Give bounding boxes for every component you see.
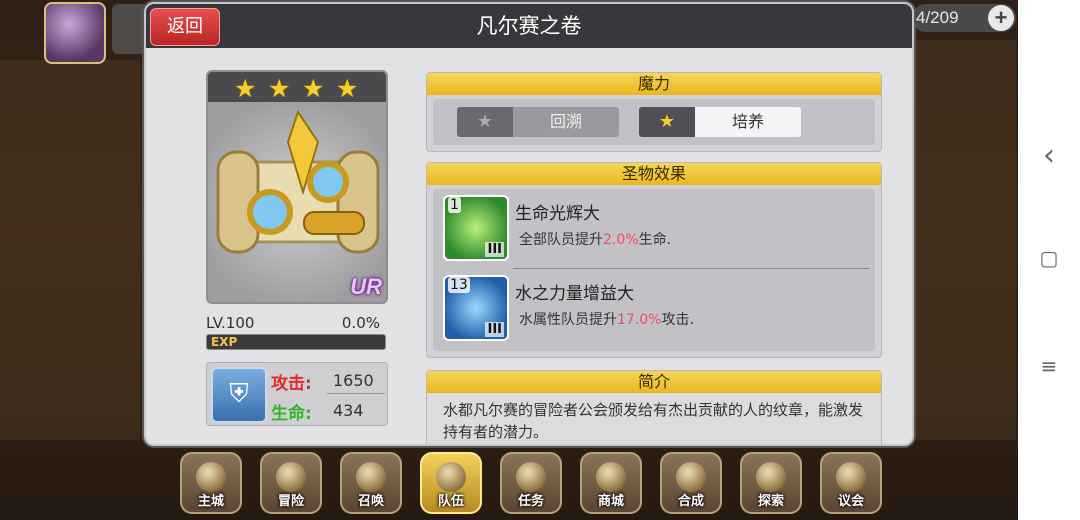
relic-detail-dialog: 凡尔赛之卷 返回 ★ ★ ★ ★ UR LV.100 0.0% EXP ⛨ 攻击… (144, 2, 914, 446)
rewind-label: 回溯 (513, 107, 619, 137)
team-icon (436, 462, 466, 492)
resource-counter: 4/209 + (912, 4, 1016, 32)
effect-description: 水属性队员提升17.0%攻击. (519, 312, 694, 328)
shop-icon (596, 462, 626, 492)
castle-icon (196, 462, 226, 492)
add-resource-button[interactable]: + (988, 5, 1014, 31)
menu-button[interactable]: 冒险 (260, 452, 322, 514)
hp-label: 生命: (271, 404, 312, 424)
menu-button[interactable]: 合成 (660, 452, 722, 514)
dialog-title: 凡尔赛之卷 (476, 14, 582, 38)
star-rating: ★ ★ ★ ★ (208, 72, 386, 103)
explore-icon (756, 462, 786, 492)
player-avatar[interactable] (44, 2, 106, 64)
attack-stat: 攻击: 1650 (271, 369, 383, 395)
exp-bar: EXP (206, 334, 386, 350)
intro-header: 简介 (427, 371, 881, 393)
effect-name: 生命光辉大 (515, 204, 600, 224)
intro-panel: 简介 水都凡尔赛的冒险者公会颁发给有杰出贡献的人的纹章，能激发持有者的潜力。 (426, 370, 882, 444)
divider (513, 268, 869, 269)
menu-button-label: 主城 (197, 494, 224, 509)
level-text: LV.100 (206, 314, 255, 332)
effect-number: 1 (448, 197, 461, 213)
cultivate-button[interactable]: ★ 培养 (639, 107, 801, 137)
effects-body: 1 III 生命光辉大 全部队员提升2.0%生命. 13 III 水之力量增益大… (433, 189, 875, 351)
exp-section: LV.100 0.0% EXP (206, 314, 386, 354)
effect-number: 13 (448, 277, 470, 293)
resource-counter-value: 4/209 (916, 8, 959, 27)
exp-percent: 0.0% (341, 314, 380, 332)
bookshelf-left (0, 60, 140, 440)
menu-button[interactable]: 召唤 (340, 452, 402, 514)
rarity-badge: UR (350, 274, 382, 299)
effects-header: 圣物效果 (427, 163, 881, 185)
menu-button[interactable]: 队伍 (420, 452, 482, 514)
magic-body: ★ 回溯 ★ 培养 (433, 99, 875, 145)
menu-button[interactable]: 主城 (180, 452, 242, 514)
attack-label: 攻击: (271, 374, 312, 394)
star-icon: ★ (234, 74, 257, 103)
council-icon (836, 462, 866, 492)
menu-button-label: 冒险 (277, 494, 304, 509)
magic-header: 魔力 (427, 73, 881, 95)
shield-wings-icon: ⛨ (211, 367, 267, 423)
quest-icon (516, 462, 546, 492)
menu-button[interactable]: 任务 (500, 452, 562, 514)
nav-home-icon[interactable]: ▢ (1018, 246, 1080, 270)
menu-button-label: 商城 (597, 494, 624, 509)
star-icon: ★ (336, 74, 359, 103)
nav-back-icon[interactable]: ‹ (1018, 138, 1080, 173)
star-icon: ★ (268, 74, 291, 103)
relic-card: ★ ★ ★ ★ UR (206, 70, 388, 304)
rewind-button[interactable]: ★ 回溯 (457, 107, 619, 137)
menu-button-label: 召唤 (357, 494, 384, 509)
bottom-menu-bar: 主城 冒险 召唤 队伍 任务 商城 合成 探索 议会 (0, 448, 1018, 520)
stats-box: ⛨ 攻击: 1650 生命: 434 (206, 362, 388, 426)
divider (327, 393, 385, 394)
relic-effects-panel: 圣物效果 1 III 生命光辉大 全部队员提升2.0%生命. 13 III 水之… (426, 162, 882, 358)
relic-artwork: UR (208, 102, 386, 302)
system-nav-bar: ‹ ▢ ≡ (1018, 0, 1080, 520)
effect-item: 1 III 生命光辉大 全部队员提升2.0%生命. (439, 193, 869, 265)
menu-button-label: 队伍 (437, 494, 464, 509)
menu-button[interactable]: 商城 (580, 452, 642, 514)
hp-value: 434 (333, 401, 364, 420)
cultivate-label: 培养 (695, 107, 801, 137)
bookshelf-right (916, 40, 1016, 440)
magic-panel: 魔力 ★ 回溯 ★ 培养 (426, 72, 882, 152)
heal-cross-icon[interactable]: 1 III (443, 195, 509, 261)
cultivate-star-icon: ★ (639, 107, 695, 137)
menu-button-label: 任务 (517, 494, 544, 509)
rewind-star-icon: ★ (457, 107, 513, 137)
scroll-relic-icon (216, 109, 380, 254)
nav-menu-icon[interactable]: ≡ (1018, 354, 1080, 378)
adventure-icon (276, 462, 306, 492)
menu-button-label: 合成 (677, 494, 704, 509)
menu-button-label: 探索 (757, 494, 784, 509)
back-button[interactable]: 返回 (150, 8, 220, 46)
menu-button-label: 议会 (837, 494, 864, 509)
attack-value: 1650 (333, 371, 374, 390)
menu-button[interactable]: 探索 (740, 452, 802, 514)
effect-description: 全部队员提升2.0%生命. (519, 232, 672, 248)
synthesis-icon (676, 462, 706, 492)
summon-icon (356, 462, 386, 492)
effect-rank: III (485, 322, 504, 337)
water-fist-icon[interactable]: 13 III (443, 275, 509, 341)
effect-rank: III (485, 242, 504, 257)
exp-label: EXP (211, 335, 238, 349)
effect-item: 13 III 水之力量增益大 水属性队员提升17.0%攻击. (439, 273, 869, 345)
menu-button[interactable]: 议会 (820, 452, 882, 514)
intro-text: 水都凡尔赛的冒险者公会颁发给有杰出贡献的人的纹章，能激发持有者的潜力。 (443, 401, 864, 441)
dialog-header: 凡尔赛之卷 返回 (146, 4, 912, 48)
star-icon: ★ (302, 74, 325, 103)
hp-stat: 生命: 434 (271, 399, 383, 425)
effect-name: 水之力量增益大 (515, 284, 634, 304)
